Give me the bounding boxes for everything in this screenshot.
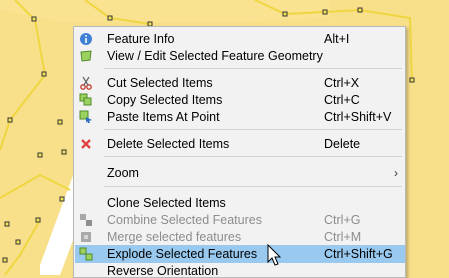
menu-separator [104, 186, 402, 187]
menu-item-reverse-orientation[interactable]: Reverse Orientation [75, 262, 405, 278]
menu-item-label: Combine Selected Features [107, 213, 262, 227]
menu-item-label: Reverse Orientation [107, 264, 219, 278]
menu-item-label: Zoom [107, 166, 139, 180]
menu-item-label: View / Edit Selected Feature Geometry [107, 49, 323, 63]
menu-item-shortcut: Ctrl+Shift+G [324, 247, 393, 261]
menu-item-shortcut: Ctrl+X [324, 76, 360, 90]
edit-geometry-icon [80, 50, 92, 62]
menu-separator [104, 129, 402, 130]
submenu-arrow-icon: › [394, 166, 398, 180]
mouse-pointer-icon [267, 244, 282, 266]
menu-separator [104, 156, 402, 157]
menu-item-view-edit-geometry[interactable]: View / Edit Selected Feature Geometry [75, 47, 405, 65]
menu-item-shortcut: Ctrl+C [324, 93, 360, 107]
paste-icon [79, 110, 92, 123]
menu-item-label: Paste Items At Point [107, 110, 220, 124]
menu-item-zoom[interactable]: Zoom › [75, 164, 405, 182]
menu-item-label: Cut Selected Items [107, 76, 213, 90]
menu-item-cut[interactable]: Cut Selected Items Ctrl+X [75, 74, 405, 92]
scissors-icon [80, 76, 92, 90]
context-menu: Feature Info Alt+I View / Edit Selected … [73, 26, 406, 278]
combine-icon [80, 214, 92, 226]
menu-item-merge: Merge selected features Ctrl+M [75, 228, 405, 246]
delete-x-icon [81, 139, 91, 149]
menu-item-label: Delete Selected Items [107, 137, 230, 151]
menu-item-label: Merge selected features [107, 230, 242, 244]
menu-item-label: Feature Info [107, 32, 175, 46]
menu-separator [104, 68, 402, 69]
menu-item-shortcut: Ctrl+Shift+V [324, 110, 392, 124]
menu-item-label: Explode Selected Features [107, 247, 258, 261]
menu-item-label: Copy Selected Items [107, 93, 223, 107]
menu-item-copy[interactable]: Copy Selected Items Ctrl+C [75, 91, 405, 109]
menu-item-shortcut: Ctrl+G [324, 213, 361, 227]
menu-item-explode[interactable]: Explode Selected Features Ctrl+Shift+G [75, 245, 405, 263]
menu-item-delete[interactable]: Delete Selected Items Delete [75, 135, 405, 153]
menu-item-combine: Combine Selected Features Ctrl+G [75, 211, 405, 229]
explode-icon [79, 247, 93, 261]
menu-item-shortcut: Delete [324, 137, 361, 151]
menu-item-feature-info[interactable]: Feature Info Alt+I [75, 30, 405, 48]
copy-icon [79, 93, 92, 106]
merge-icon [81, 232, 91, 242]
menu-item-shortcut: Alt+I [324, 32, 350, 46]
menu-item-paste[interactable]: Paste Items At Point Ctrl+Shift+V [75, 108, 405, 126]
menu-item-clone[interactable]: Clone Selected Items [75, 194, 405, 212]
menu-item-label: Clone Selected Items [107, 196, 226, 210]
menu-item-shortcut: Ctrl+M [324, 230, 362, 244]
info-icon [80, 33, 92, 45]
